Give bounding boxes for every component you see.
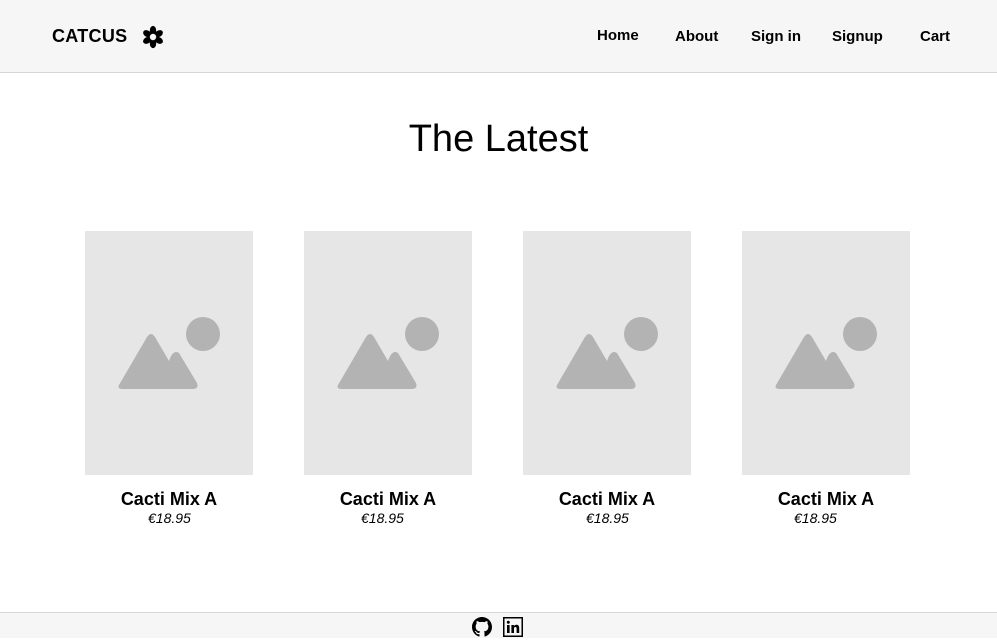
flower-icon[interactable] [141,25,165,49]
product-image[interactable] [742,231,910,475]
product-image[interactable] [304,231,472,475]
product-card[interactable]: Cacti Mix A €18.95 [304,231,472,526]
linkedin-icon[interactable] [503,617,523,637]
nav-home-link[interactable]: Home [597,27,639,44]
image-placeholder-icon [337,317,439,389]
image-placeholder-icon [556,317,658,389]
product-price: €18.95 [361,510,404,526]
page-title: The Latest [408,118,589,160]
product-name[interactable]: Cacti Mix A [722,489,930,510]
brand-logo-text[interactable]: CATCUS [52,26,127,47]
product-card[interactable]: Cacti Mix A €18.95 [85,231,253,526]
product-price: €18.95 [586,510,629,526]
product-card[interactable]: Cacti Mix A €18.95 [523,231,691,526]
product-name[interactable]: Cacti Mix A [284,489,492,510]
product-name[interactable]: Cacti Mix A [503,489,711,510]
image-placeholder-icon [775,317,877,389]
nav-signin-link[interactable]: Sign in [751,28,801,45]
product-price: €18.95 [794,510,837,526]
top-navbar: CATCUS Home About Sign in Signup Cart [0,0,997,73]
product-image[interactable] [85,231,253,475]
nav-signup-link[interactable]: Signup [832,28,883,45]
nav-about-link[interactable]: About [675,28,718,45]
product-price: €18.95 [148,510,191,526]
nav-cart-link[interactable]: Cart [920,28,950,45]
image-placeholder-icon [118,317,220,389]
github-icon[interactable] [472,617,492,637]
product-name[interactable]: Cacti Mix A [65,489,273,510]
footer [0,612,997,638]
product-card[interactable]: Cacti Mix A €18.95 [742,231,910,526]
product-image[interactable] [523,231,691,475]
